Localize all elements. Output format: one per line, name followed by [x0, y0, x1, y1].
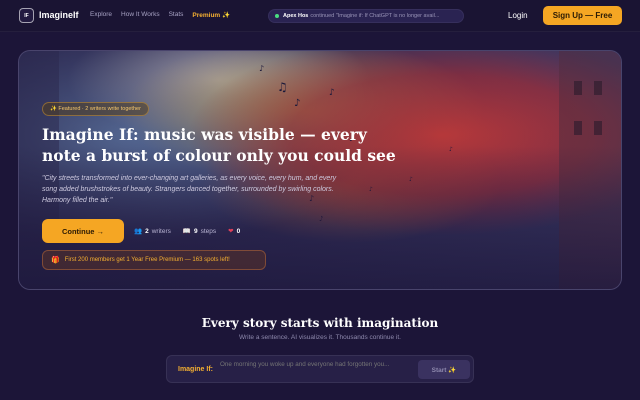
story-excerpt: "City streets transformed into ever-chan… [42, 175, 337, 204]
activity-ticker[interactable]: Apex Hos continued "Imagine if: If ChatG… [268, 9, 464, 23]
nav-link-how-it-works[interactable]: How It Works [121, 11, 160, 19]
writers-count: 2 [145, 227, 149, 235]
likes-count: 0 [236, 227, 241, 235]
heart-icon: ❤ [228, 228, 234, 235]
ticker-message: continued "Imagine if: If ChatGPT is no … [310, 13, 440, 19]
live-dot-icon [275, 14, 279, 18]
book-icon: 📖 [182, 228, 191, 235]
people-icon: 👥 [134, 228, 143, 235]
promo-text: First 200 members get 1 Year Free Premiu… [64, 257, 230, 263]
steps-stat: 📖 9 steps [182, 227, 217, 236]
logo-icon[interactable]: IF [19, 8, 34, 23]
nav-link-explore[interactable]: Explore [90, 11, 112, 19]
premium-promo-banner[interactable]: 🎁 First 200 members get 1 Year Free Prem… [42, 250, 266, 270]
ticker-username: Apex Hos [283, 13, 309, 19]
start-button[interactable]: Start ✨ [418, 360, 470, 379]
top-navbar: IF ImagineIf Explore How It Works Stats … [0, 0, 640, 32]
likes-stat[interactable]: ❤ 0 [228, 227, 241, 236]
steps-count: 9 [193, 227, 198, 235]
section-title: Every story starts with imagination [201, 316, 439, 330]
featured-badge: ✨ Featured · 2 writers write together [42, 102, 149, 116]
continue-button[interactable]: Continue → [42, 219, 124, 243]
featured-story-hero: ♫ ♪ ♪ ♪ ♪ ♪ ♪ ♪ ♪ ♪ ✨ Featured · 2 write… [18, 50, 622, 290]
composer-label: Imagine If: [178, 366, 214, 373]
story-title[interactable]: Imagine If: music was visible — every no… [42, 124, 402, 166]
signup-button[interactable]: Sign Up — Free [543, 6, 622, 25]
nav-links: Explore How It Works Stats Premium ✨ [90, 11, 230, 19]
story-composer: Imagine If: Start ✨ [166, 355, 474, 383]
section-subtitle: Write a sentence. AI visualizes it. Thou… [239, 334, 401, 341]
story-start-input[interactable] [220, 360, 415, 380]
writers-label: writers [151, 227, 171, 235]
nav-link-stats[interactable]: Stats [169, 11, 184, 19]
story-stats: 👥 2 writers 📖 9 steps ❤ 0 [134, 227, 241, 236]
brand-name[interactable]: ImagineIf [39, 10, 79, 20]
nav-link-premium[interactable]: Premium ✨ [192, 11, 230, 19]
login-link[interactable]: Login [508, 11, 528, 20]
steps-label: steps [200, 227, 217, 235]
writers-stat: 👥 2 writers [134, 227, 171, 236]
gift-icon: 🎁 [51, 257, 60, 264]
